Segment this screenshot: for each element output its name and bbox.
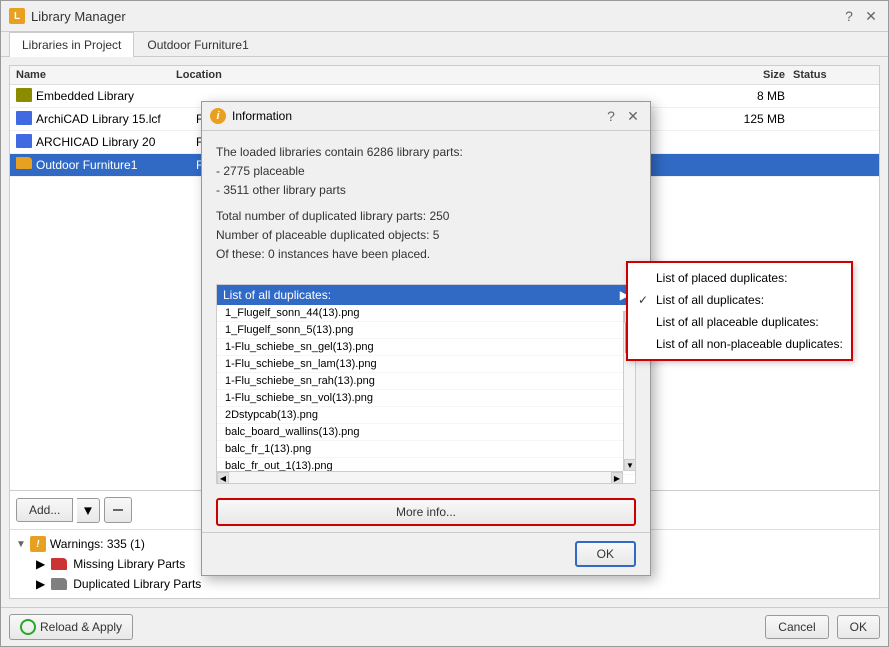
dialog-footer: OK (202, 532, 650, 575)
dialog-title-left: i Information (210, 108, 292, 124)
dialog-list-header[interactable]: List of all duplicates: ▶ (217, 285, 635, 305)
library-size-embedded: 8 MB (723, 89, 793, 103)
col-header-status: Status (793, 69, 873, 81)
missing-parts-icon (51, 558, 67, 570)
dropdown-item-all[interactable]: ✓ List of all duplicates: (628, 289, 851, 311)
outdoor-furniture-icon (16, 157, 32, 173)
dialog-line6: Number of placeable duplicated objects: … (216, 226, 636, 245)
remove-library-button[interactable] (104, 497, 132, 523)
info-icon: i (210, 108, 226, 124)
dialog-title-bar: i Information ? ✕ (202, 102, 650, 131)
col-header-size: Size (723, 69, 793, 81)
dialog-help-button[interactable]: ? (602, 107, 620, 125)
library-name-embedded: Embedded Library (36, 89, 196, 103)
list-item[interactable]: 1-Flu_schiebe_sn_rah(13).png (217, 373, 635, 390)
expand-icon: ▶ (36, 557, 45, 571)
title-bar-left: L Library Manager (9, 8, 126, 24)
library-name-archicad20: ARCHICAD Library 20 (36, 135, 196, 149)
help-button[interactable]: ? (840, 7, 858, 25)
dialog-line3: - 3511 other library parts (216, 181, 636, 200)
ok-button[interactable]: OK (837, 615, 880, 639)
library-name-archicad15: ArchiCAD Library 15.lcf (36, 112, 196, 126)
list-item[interactable]: 2Dstypcab(13).png (217, 407, 635, 424)
list-item[interactable]: 1_Flugelf_sonn_44(13).png (217, 305, 635, 322)
duplicated-label: Duplicated Library Parts (73, 577, 201, 591)
list-item[interactable]: 1_Flugelf_sonn_5(13).png (217, 322, 635, 339)
dialog-line5: Total number of duplicated library parts… (216, 207, 636, 226)
app-icon: L (9, 8, 25, 24)
scroll-left-arrow[interactable]: ◀ (217, 472, 229, 484)
duplicated-library-parts-item[interactable]: ▶ Duplicated Library Parts (16, 574, 873, 594)
dropdown-label-placed: List of placed duplicates: (656, 271, 787, 285)
duplicated-parts-icon (51, 578, 67, 590)
cancel-button[interactable]: Cancel (765, 615, 828, 639)
warnings-toggle: ▼ (16, 539, 26, 550)
h-scrollbar-track (229, 472, 611, 483)
dialog-list-container: List of all duplicates: ▶ 1_Flugelf_sonn… (216, 284, 636, 484)
dropdown-label-placeable: List of all placeable duplicates: (656, 315, 819, 329)
archicad20-library-icon (16, 134, 32, 150)
add-button[interactable]: Add... (16, 498, 73, 522)
check-icon-all: ✓ (636, 293, 650, 307)
list-item[interactable]: balc_fr_1(13).png (217, 441, 635, 458)
add-dropdown-button[interactable]: ▼ (77, 498, 99, 523)
bottom-bar: Reload & Apply Cancel OK (1, 607, 888, 646)
table-header: Name Location Size Status (10, 66, 879, 85)
tab-outdoor-furniture[interactable]: Outdoor Furniture1 (134, 32, 261, 57)
close-button[interactable]: ✕ (862, 7, 880, 25)
information-dialog: i Information ? ✕ The loaded libraries c… (201, 101, 651, 576)
dropdown-item-placeable[interactable]: List of all placeable duplicates: (628, 311, 851, 333)
library-size-archicad15: 125 MB (723, 112, 793, 126)
more-info-button[interactable]: More info... (216, 498, 636, 526)
dialog-title-controls: ? ✕ (602, 107, 642, 125)
col-header-name: Name (16, 69, 176, 81)
dialog-line7: Of these: 0 instances have been placed. (216, 245, 636, 264)
reload-apply-label: Reload & Apply (40, 620, 122, 634)
dialog-list-items[interactable]: 1_Flugelf_sonn_44(13).png 1_Flugelf_sonn… (217, 305, 635, 477)
dropdown-item-placed[interactable]: List of placed duplicates: (628, 267, 851, 289)
reload-apply-button[interactable]: Reload & Apply (9, 614, 133, 640)
archicad-library-icon (16, 111, 32, 127)
warning-icon: ! (30, 536, 46, 552)
embedded-library-icon (16, 88, 32, 104)
title-bar-controls: ? ✕ (840, 7, 880, 25)
tab-libraries-in-project[interactable]: Libraries in Project (9, 32, 134, 57)
list-item[interactable]: 1-Flu_schiebe_sn_vol(13).png (217, 390, 635, 407)
dialog-line2: - 2775 placeable (216, 162, 636, 181)
list-item[interactable]: 1-Flu_schiebe_sn_gel(13).png (217, 339, 635, 356)
dialog-ok-button[interactable]: OK (575, 541, 636, 567)
list-item[interactable]: balc_board_wallins(13).png (217, 424, 635, 441)
delete-icon (112, 504, 124, 516)
title-bar: L Library Manager ? ✕ (1, 1, 888, 32)
col-header-location: Location (176, 69, 723, 81)
dialog-line1: The loaded libraries contain 6286 librar… (216, 143, 636, 162)
library-name-outdoor: Outdoor Furniture1 (36, 158, 196, 172)
dialog-title: Information (232, 109, 292, 123)
list-header-label: List of all duplicates: (223, 288, 331, 302)
horizontal-scrollbar[interactable]: ◀ ▶ (217, 471, 623, 483)
missing-label: Missing Library Parts (73, 557, 185, 571)
dropdown-item-non-placeable[interactable]: List of all non-placeable duplicates: (628, 333, 851, 355)
dropdown-label-non-placeable: List of all non-placeable duplicates: (656, 337, 843, 351)
window-title: Library Manager (31, 9, 126, 24)
reload-icon (20, 619, 36, 635)
scroll-down-arrow[interactable]: ▼ (624, 459, 636, 471)
dialog-close-button[interactable]: ✕ (624, 107, 642, 125)
library-manager-window: L Library Manager ? ✕ Libraries in Proje… (0, 0, 889, 647)
list-item[interactable]: 1-Flu_schiebe_sn_lam(13).png (217, 356, 635, 373)
tab-bar: Libraries in Project Outdoor Furniture1 (1, 32, 888, 57)
more-info-row: More info... (202, 492, 650, 532)
dialog-list-section: List of all duplicates: ▶ 1_Flugelf_sonn… (202, 284, 650, 484)
dialog-body: The loaded libraries contain 6286 librar… (202, 131, 650, 276)
dropdown-label-all: List of all duplicates: (656, 293, 764, 307)
scroll-right-arrow[interactable]: ▶ (611, 472, 623, 484)
warnings-label: Warnings: 335 (1) (50, 537, 145, 551)
expand-icon-dup: ▶ (36, 577, 45, 591)
dropdown-popup: List of placed duplicates: ✓ List of all… (626, 261, 853, 361)
